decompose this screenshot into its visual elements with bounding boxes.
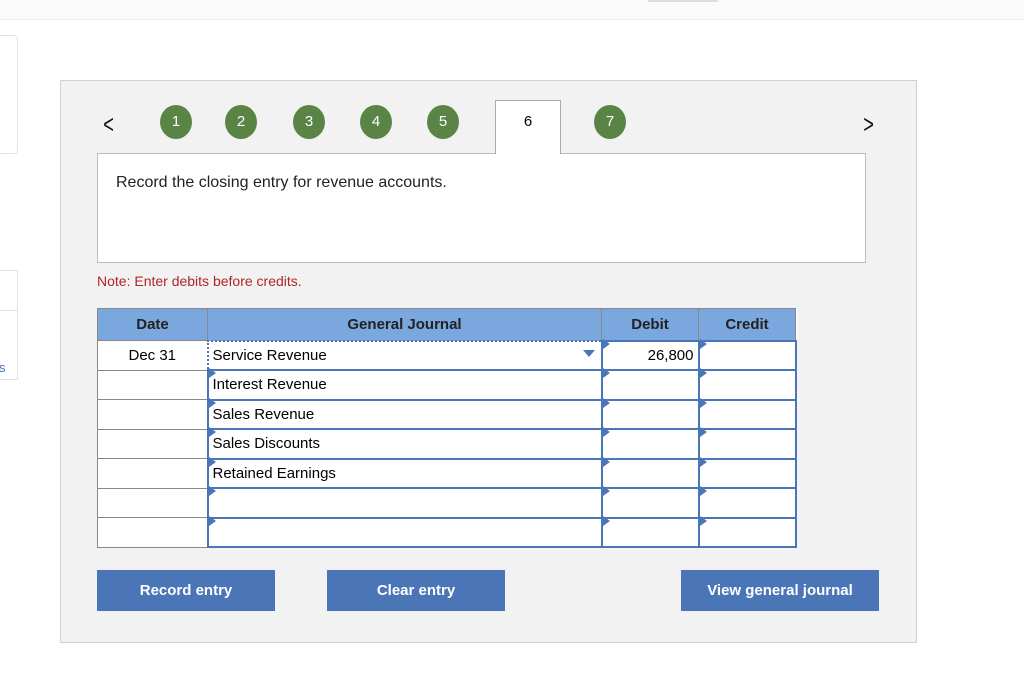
table-row: Retained Earnings	[97, 456, 797, 489]
cell-marker-icon	[208, 515, 216, 526]
header-credit: Credit	[698, 308, 796, 341]
cell-marker-icon	[699, 397, 707, 408]
top-tab[interactable]	[648, 0, 718, 2]
credit-cell[interactable]	[697, 427, 797, 460]
question-text: Record the closing entry for revenue acc…	[116, 174, 447, 191]
cell-marker-icon	[699, 338, 707, 349]
table-row: Sales Discounts	[97, 427, 797, 460]
cell-marker-icon	[208, 427, 216, 437]
tab-7[interactable]: 7	[594, 105, 626, 139]
cell-marker-icon	[208, 368, 216, 378]
account-cell[interactable]: Interest Revenue	[206, 368, 603, 401]
tab-3[interactable]: 3	[293, 105, 325, 139]
date-cell[interactable]	[97, 517, 208, 548]
account-cell[interactable]: Service Revenue	[206, 339, 603, 371]
date-cell[interactable]	[97, 369, 208, 400]
tab-2[interactable]: 2	[225, 105, 257, 139]
account-cell[interactable]	[206, 486, 603, 519]
date-cell[interactable]: Dec 31	[97, 340, 208, 371]
debit-cell[interactable]	[600, 427, 700, 460]
table-row	[97, 486, 797, 519]
account-cell[interactable]: Sales Revenue	[206, 397, 603, 430]
date-cell[interactable]	[97, 399, 208, 430]
side-card	[0, 35, 18, 154]
credit-cell[interactable]	[697, 397, 797, 430]
prev-arrow-icon[interactable]: <	[103, 109, 114, 140]
side-card	[0, 270, 18, 311]
debit-cell[interactable]	[600, 397, 700, 430]
journal-table: Date General Journal Debit Credit Dec 31…	[97, 308, 797, 548]
dropdown-arrow-icon[interactable]	[582, 349, 595, 357]
date-cell[interactable]	[97, 487, 208, 518]
cell-marker-icon	[208, 456, 216, 467]
account-cell[interactable]: Sales Discounts	[206, 427, 603, 460]
credit-cell[interactable]	[697, 456, 797, 489]
table-row: Dec 31 Service Revenue 26,800	[97, 338, 797, 371]
record-entry-button[interactable]: Record entry	[97, 570, 275, 611]
cell-marker-icon	[602, 338, 610, 349]
debit-cell[interactable]	[600, 515, 700, 548]
top-bar	[0, 0, 1024, 20]
cell-marker-icon	[699, 368, 707, 378]
header-debit: Debit	[601, 308, 699, 341]
header-date: Date	[97, 308, 208, 341]
debit-cell[interactable]	[600, 486, 700, 519]
side-link[interactable]: s	[0, 360, 6, 375]
cell-marker-icon	[699, 427, 707, 437]
next-arrow-icon[interactable]: >	[863, 109, 874, 140]
debit-cell[interactable]	[600, 456, 700, 489]
cell-marker-icon	[699, 515, 707, 526]
cell-marker-icon	[699, 486, 707, 496]
credit-cell[interactable]	[697, 338, 797, 371]
cell-marker-icon	[602, 515, 610, 526]
clear-entry-button[interactable]: Clear entry	[327, 570, 505, 611]
cell-marker-icon	[602, 456, 610, 467]
table-row: Interest Revenue	[97, 368, 797, 401]
view-general-journal-button[interactable]: View general journal	[681, 570, 879, 611]
tab-4[interactable]: 4	[360, 105, 392, 139]
cell-marker-icon	[602, 486, 610, 496]
question-panel: < 1 2 3 4 5 6 7 > Record the closing ent…	[60, 80, 917, 643]
header-account: General Journal	[207, 308, 602, 341]
account-cell[interactable]: Retained Earnings	[206, 456, 603, 489]
credit-cell[interactable]	[697, 515, 797, 548]
cell-marker-icon	[602, 427, 610, 437]
cell-marker-icon	[699, 456, 707, 467]
account-cell[interactable]	[206, 515, 603, 548]
debit-cell[interactable]	[600, 368, 700, 401]
note-text: Note: Enter debits before credits.	[97, 273, 302, 289]
cell-marker-icon	[208, 486, 216, 496]
tab-5[interactable]: 5	[427, 105, 459, 139]
side-card: s	[0, 310, 18, 380]
question-box: Record the closing entry for revenue acc…	[97, 153, 866, 263]
debit-cell[interactable]: 26,800	[600, 338, 700, 371]
cell-marker-icon	[602, 397, 610, 408]
table-row	[97, 515, 797, 548]
credit-cell[interactable]	[697, 368, 797, 401]
cell-marker-icon	[602, 368, 610, 378]
credit-cell[interactable]	[697, 486, 797, 519]
tab-1[interactable]: 1	[160, 105, 192, 139]
date-cell[interactable]	[97, 428, 208, 459]
tab-6-active[interactable]: 6	[495, 100, 561, 154]
cell-marker-icon	[208, 397, 216, 408]
table-row: Sales Revenue	[97, 397, 797, 430]
date-cell[interactable]	[97, 458, 208, 489]
